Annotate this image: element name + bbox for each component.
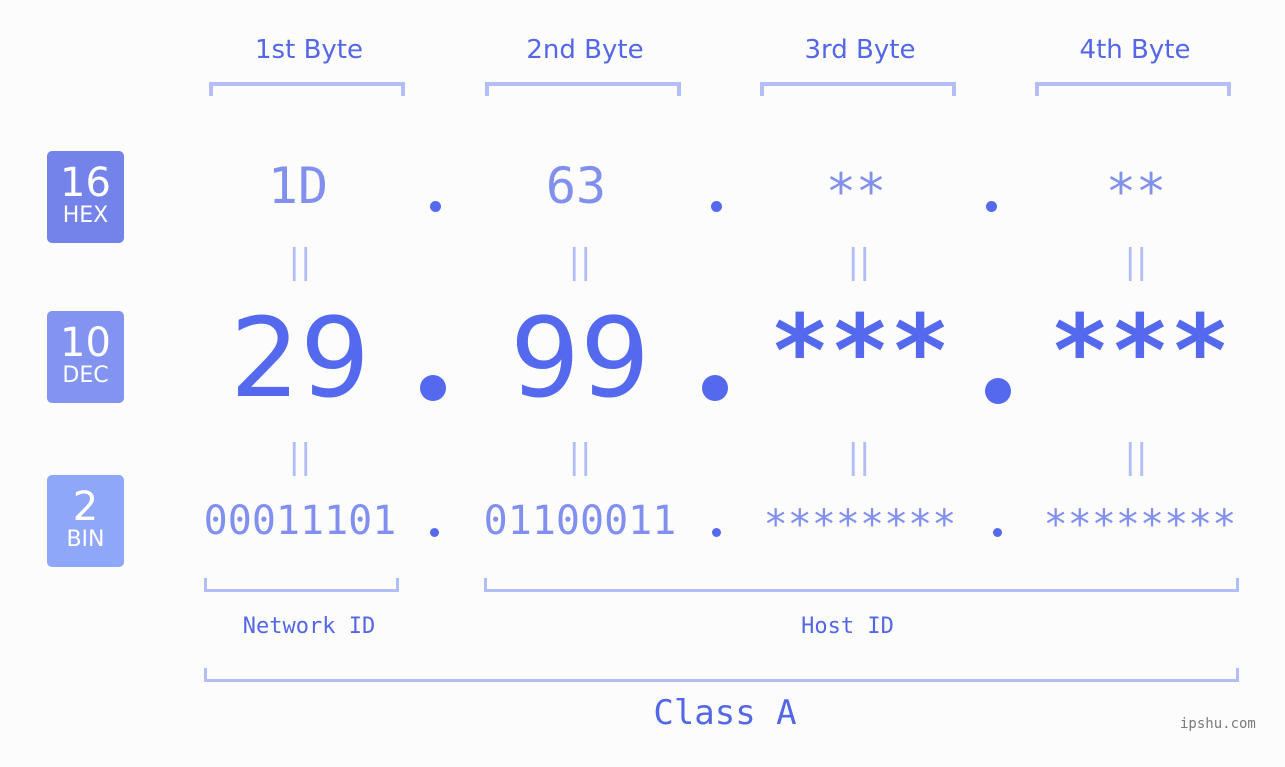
equals-icon: || (568, 437, 592, 477)
hex-dot-1 (430, 201, 441, 212)
byte-header-2: 2nd Byte (526, 35, 644, 65)
bin-badge-label: BIN (66, 527, 105, 552)
hex-byte-1: 1D (267, 157, 329, 215)
dec-badge-label: DEC (62, 363, 109, 388)
byte-bracket-4 (1035, 82, 1231, 96)
hex-badge-label: HEX (62, 203, 109, 228)
dec-byte-4: *** (1049, 293, 1231, 410)
dec-byte-1: 29 (230, 294, 370, 422)
dec-byte-2: 99 (510, 294, 650, 422)
bin-byte-3: ******** (763, 502, 957, 548)
byte-header-1: 1st Byte (255, 35, 363, 65)
bin-byte-2: 01100011 (483, 498, 677, 544)
bin-byte-4: ******** (1043, 502, 1237, 548)
dec-badge-number: 10 (60, 320, 111, 366)
bin-badge-number: 2 (72, 484, 99, 530)
host-id-label: Host ID (801, 614, 894, 639)
bin-dot-2 (712, 528, 721, 537)
hex-byte-3: ** (825, 163, 887, 221)
host-id-bracket (484, 578, 1239, 592)
byte-bracket-2 (485, 82, 681, 96)
hex-byte-2: 63 (545, 157, 607, 215)
byte-bracket-3 (760, 82, 956, 96)
dec-byte-3: *** (769, 293, 951, 410)
hex-dot-2 (711, 201, 722, 212)
class-label: Class A (653, 693, 797, 733)
hex-badge: 16 HEX (47, 151, 124, 243)
watermark: ipshu.com (1180, 716, 1256, 732)
dec-dot-2 (702, 375, 728, 401)
hex-byte-4: ** (1105, 163, 1167, 221)
dec-badge: 10 DEC (47, 311, 124, 403)
network-id-label: Network ID (242, 614, 376, 639)
byte-header-3: 3rd Byte (804, 35, 916, 65)
network-id-bracket (204, 578, 399, 592)
class-bracket (204, 668, 1239, 682)
dec-dot-3 (985, 378, 1011, 404)
equals-icon: || (288, 437, 312, 477)
equals-icon: || (847, 437, 871, 477)
equals-icon: || (568, 242, 592, 282)
equals-icon: || (288, 242, 312, 282)
equals-icon: || (1124, 242, 1148, 282)
bin-dot-3 (993, 528, 1002, 537)
bin-dot-1 (430, 528, 439, 537)
byte-header-4: 4th Byte (1079, 35, 1191, 65)
equals-icon: || (1124, 437, 1148, 477)
byte-bracket-1 (209, 82, 405, 96)
equals-icon: || (847, 242, 871, 282)
hex-dot-3 (986, 201, 997, 212)
bin-badge: 2 BIN (47, 475, 124, 567)
bin-byte-1: 00011101 (203, 498, 397, 544)
hex-badge-number: 16 (60, 160, 111, 206)
dec-dot-1 (420, 375, 446, 401)
